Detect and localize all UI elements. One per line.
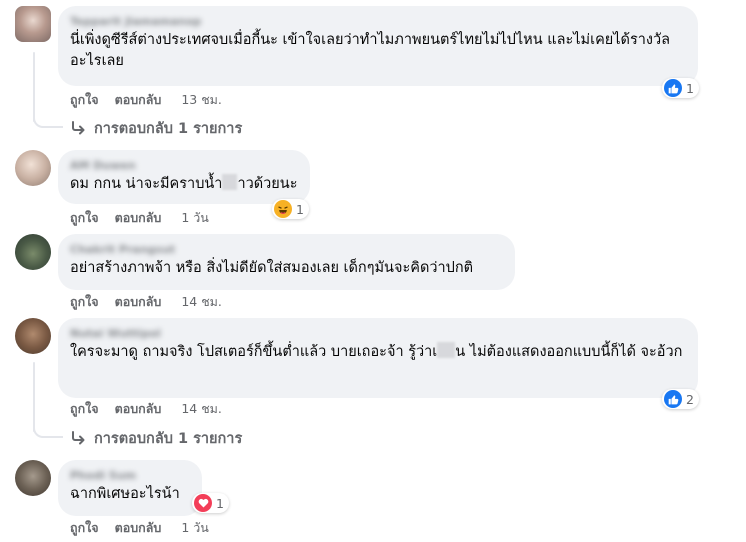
reply-button[interactable]: ตอบกลับ bbox=[115, 292, 162, 312]
view-replies-label: การตอบกลับ 1 รายการ bbox=[94, 120, 243, 137]
heart-icon bbox=[194, 494, 212, 512]
comment-bubble: Nutai Wuttipol ใครจะมาดู ถามจริง โปสเตอร… bbox=[58, 318, 698, 398]
reaction-badge[interactable]: 1 bbox=[272, 199, 309, 219]
comment-author[interactable]: Tepparit Jiamamanop bbox=[70, 14, 686, 30]
view-replies-link[interactable]: การตอบกลับ 1 รายการ bbox=[70, 428, 242, 448]
comment-actions: ถูกใจ ตอบกลับ 14 ชม. bbox=[70, 399, 222, 419]
comment-bubble: Tepparit Jiamamanop นี่เพิ่งดูซีรีส์ต่าง… bbox=[58, 6, 698, 86]
view-replies-label: การตอบกลับ 1 รายการ bbox=[94, 430, 243, 447]
redacted-text bbox=[437, 342, 456, 358]
comment-text: อย่าสร้างภาพจ้า หรือ สิ่งไม่ดียัดใส่สมอง… bbox=[70, 260, 474, 276]
like-button[interactable]: ถูกใจ bbox=[70, 208, 99, 228]
avatar[interactable] bbox=[15, 150, 51, 186]
reaction-badge[interactable]: 1 bbox=[662, 78, 699, 98]
reply-button[interactable]: ตอบกลับ bbox=[115, 518, 162, 538]
comment-author[interactable]: Nutai Wuttipol bbox=[70, 326, 686, 342]
like-button[interactable]: ถูกใจ bbox=[70, 90, 99, 110]
comment-author[interactable]: Chakrit Prangsut bbox=[70, 242, 503, 258]
like-button[interactable]: ถูกใจ bbox=[70, 518, 99, 538]
like-button[interactable]: ถูกใจ bbox=[70, 292, 99, 312]
comment-author[interactable]: AM Duwen bbox=[70, 158, 298, 174]
reply-button[interactable]: ตอบกลับ bbox=[115, 399, 162, 419]
avatar[interactable] bbox=[15, 6, 51, 42]
reply-button[interactable]: ตอบกลับ bbox=[115, 90, 162, 110]
comment-text: ฉากพิเศษอะไรน้า bbox=[70, 486, 180, 502]
comment-text: ดม กกน น่าจะมีคราบน้ำ าวด้วยนะ bbox=[70, 174, 298, 192]
avatar[interactable] bbox=[15, 460, 51, 496]
reaction-count: 1 bbox=[216, 495, 224, 511]
thread-hook bbox=[33, 418, 63, 438]
laughing-face-icon bbox=[274, 200, 292, 218]
view-replies-link[interactable]: การตอบกลับ 1 รายการ bbox=[70, 118, 242, 138]
comment-timestamp[interactable]: 14 ชม. bbox=[181, 292, 222, 312]
comment-timestamp[interactable]: 1 วัน bbox=[181, 518, 209, 538]
comment-author[interactable]: Phodi Sum bbox=[70, 468, 190, 484]
comment-actions: ถูกใจ ตอบกลับ 1 วัน bbox=[70, 208, 209, 228]
avatar[interactable] bbox=[15, 318, 51, 354]
thumbs-up-icon bbox=[664, 79, 682, 97]
reply-arrow-icon bbox=[70, 431, 86, 445]
thumbs-up-icon bbox=[664, 390, 682, 408]
like-button[interactable]: ถูกใจ bbox=[70, 399, 99, 419]
comment-bubble: Chakrit Prangsut อย่าสร้างภาพจ้า หรือ สิ… bbox=[58, 234, 515, 290]
comment-actions: ถูกใจ ตอบกลับ 1 วัน bbox=[70, 518, 209, 538]
comment-bubble: AM Duwen ดม กกน น่าจะมีคราบน้ำ าวด้วยนะ bbox=[58, 150, 310, 204]
comment-timestamp[interactable]: 13 ชม. bbox=[181, 90, 222, 110]
thread-hook bbox=[33, 108, 63, 128]
comment-timestamp[interactable]: 1 วัน bbox=[181, 208, 209, 228]
reaction-count: 1 bbox=[296, 201, 304, 217]
comment-text: นี่เพิ่งดูซีรีส์ต่างประเทศจบเมื่อกี้นะ เ… bbox=[70, 32, 671, 69]
comment-actions: ถูกใจ ตอบกลับ 14 ชม. bbox=[70, 292, 222, 312]
comment-timestamp[interactable]: 14 ชม. bbox=[181, 399, 222, 419]
reaction-count: 1 bbox=[686, 80, 694, 96]
reply-arrow-icon bbox=[70, 121, 86, 135]
reply-button[interactable]: ตอบกลับ bbox=[115, 208, 162, 228]
comment-bubble: Phodi Sum ฉากพิเศษอะไรน้า bbox=[58, 460, 202, 516]
avatar[interactable] bbox=[15, 234, 51, 270]
redacted-text bbox=[222, 174, 238, 190]
reaction-badge[interactable]: 2 bbox=[662, 389, 699, 409]
reaction-badge[interactable]: 1 bbox=[192, 493, 229, 513]
reaction-count: 2 bbox=[686, 391, 694, 407]
comment-text: ใครจะมาดู ถามจริง โปสเตอร์ก็ขึ้นต่ำแล้ว … bbox=[70, 342, 683, 360]
comment-actions: ถูกใจ ตอบกลับ 13 ชม. bbox=[70, 90, 222, 110]
